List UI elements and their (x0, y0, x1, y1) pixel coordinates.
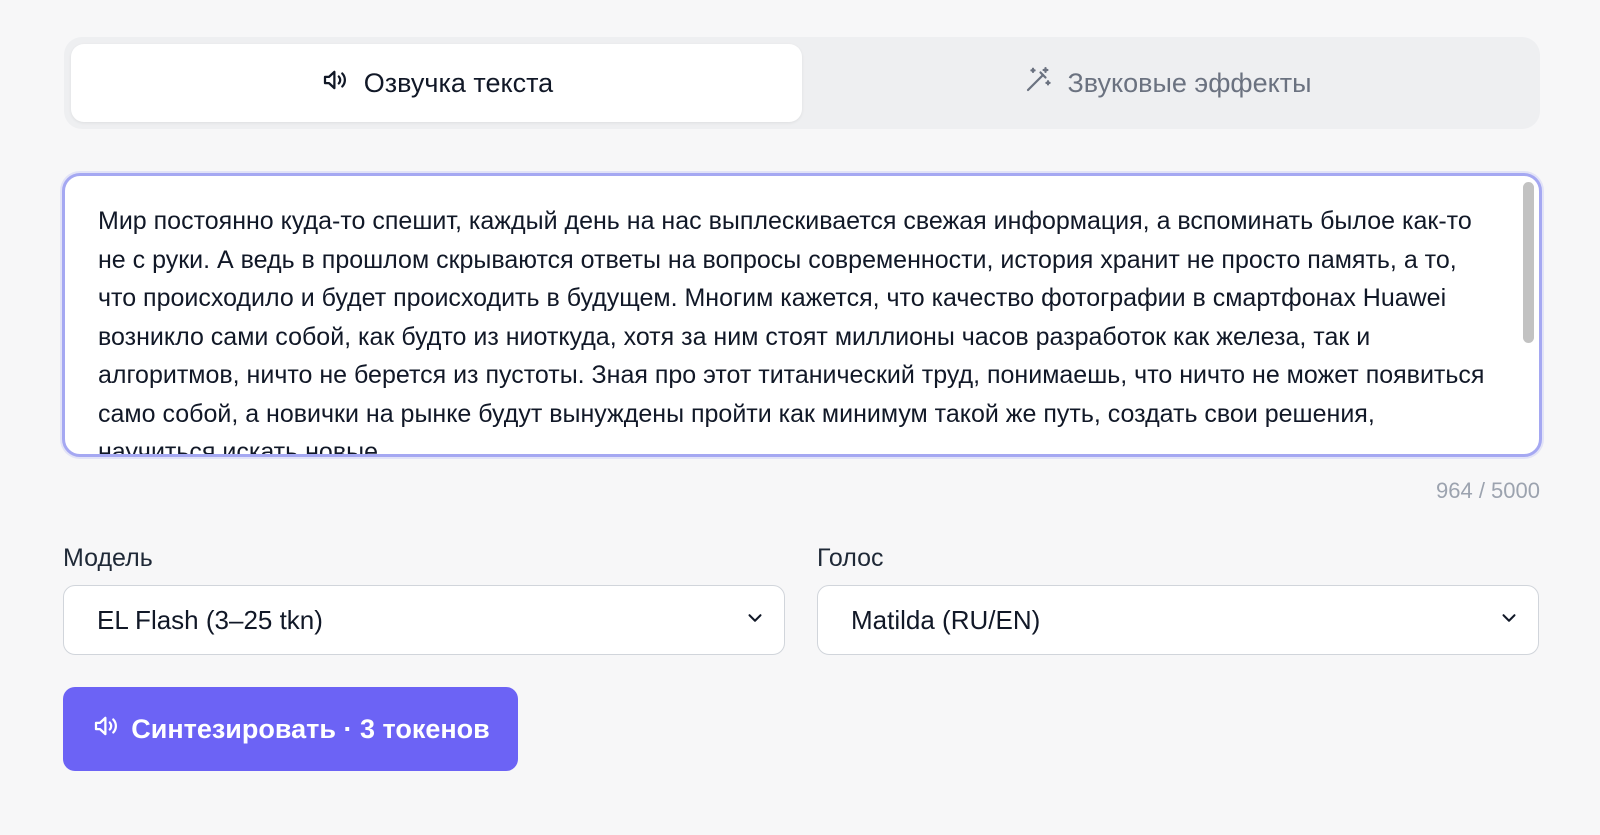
voice-label: Голос (817, 544, 884, 572)
tts-panel: Озвучка текста Звуковые эффекты Мир пост… (0, 0, 1600, 835)
scrollbar-thumb[interactable] (1523, 182, 1534, 343)
tab-text-to-speech[interactable]: Озвучка текста (71, 44, 802, 122)
tab-label: Озвучка текста (363, 67, 554, 98)
synthesize-button[interactable]: Синтезировать · 3 токенов (63, 687, 518, 771)
chevron-down-icon (1498, 605, 1520, 636)
chevron-down-icon (744, 605, 766, 636)
text-input[interactable]: Мир постоянно куда-то спешит, каждый ден… (65, 176, 1539, 454)
tab-label: Звуковые эффекты (1067, 67, 1312, 98)
character-counter: 964 / 5000 (1436, 478, 1540, 503)
model-selected-value: EL Flash (3–25 tkn) (97, 604, 323, 635)
text-editor: Мир постоянно куда-то спешит, каждый ден… (62, 173, 1542, 457)
synthesize-button-label: Синтезировать · 3 токенов (131, 713, 490, 744)
voice-selected-value: Matilda (RU/EN) (851, 604, 1041, 635)
speaker-icon (320, 65, 350, 102)
speaker-icon (91, 711, 121, 748)
mode-tabs: Озвучка текста Звуковые эффекты (64, 37, 1540, 129)
tab-sound-effects[interactable]: Звуковые эффекты (802, 44, 1533, 122)
scrollbar[interactable] (1523, 182, 1534, 450)
model-label: Модель (63, 544, 153, 572)
model-select[interactable]: EL Flash (3–25 tkn) (63, 585, 785, 655)
voice-select[interactable]: Matilda (RU/EN) (817, 585, 1539, 655)
magic-wand-icon (1023, 65, 1053, 102)
